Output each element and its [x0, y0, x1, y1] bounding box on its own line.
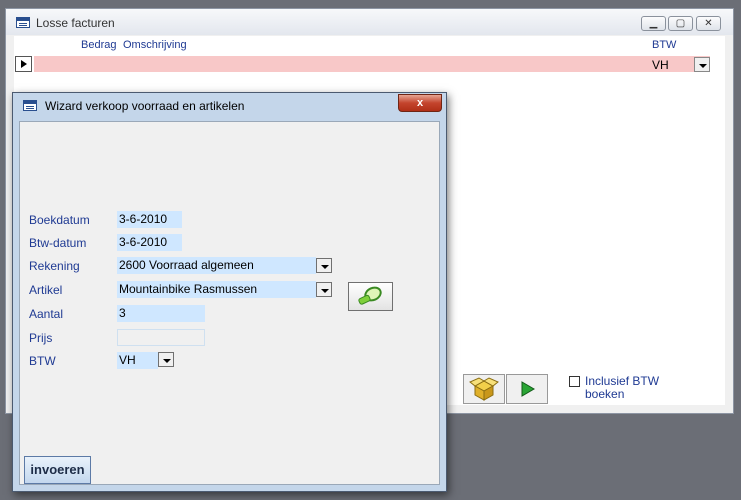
btw-datum-label: Btw-datum — [29, 236, 87, 250]
form-icon — [16, 17, 30, 28]
rekening-value: 2600 Voorraad algemeen — [119, 258, 254, 272]
boekdatum-label: Boekdatum — [29, 213, 90, 227]
btw-dropdown-button[interactable] — [158, 352, 174, 367]
artikel-label: Artikel — [29, 283, 63, 297]
wizard-close-button[interactable]: x — [398, 94, 442, 112]
column-header-bedrag: Bedrag — [81, 39, 117, 51]
box-icon — [469, 377, 499, 401]
wizard-titlebar[interactable]: Wizard verkoop voorraad en artikelen x — [13, 93, 446, 119]
close-button[interactable]: ✕ — [696, 16, 721, 31]
losse-facturen-titlebar[interactable]: Losse facturen ▁ ▢ ✕ — [6, 9, 733, 35]
prijs-label: Prijs — [29, 331, 53, 345]
row-btw-value[interactable]: VH — [652, 58, 669, 72]
close-icon: ✕ — [704, 18, 713, 29]
wizard-form: Boekdatum 3-6-2010 Btw-datum 3-6-2010 Re… — [19, 121, 440, 485]
wizard-title: Wizard verkoop voorraad en artikelen — [45, 99, 245, 113]
aantal-label: Aantal — [29, 307, 64, 321]
btw-value: VH — [119, 353, 136, 367]
artikel-search-button[interactable] — [348, 282, 393, 311]
boekdatum-field[interactable]: 3-6-2010 — [117, 211, 182, 228]
rekening-dropdown-button[interactable] — [316, 258, 332, 273]
box-button[interactable] — [463, 374, 505, 404]
checkbox-label-line2: boeken — [585, 387, 625, 401]
artikel-select[interactable]: Mountainbike Rasmussen — [117, 281, 316, 298]
record-selector[interactable] — [15, 56, 32, 72]
window-title: Losse facturen — [36, 16, 115, 30]
aantal-value: 3 — [119, 306, 126, 320]
magnifier-icon — [358, 286, 382, 305]
btw-label: BTW — [29, 354, 56, 368]
artikel-dropdown-button[interactable] — [316, 282, 332, 297]
prijs-input[interactable] — [117, 329, 205, 346]
invoeren-button[interactable]: invoeren — [24, 456, 91, 484]
btw-datum-value: 3-6-2010 — [119, 235, 168, 249]
artikel-value: Mountainbike Rasmussen — [119, 282, 258, 296]
form-icon — [23, 100, 37, 111]
close-icon: x — [416, 97, 424, 109]
rekening-label: Rekening — [29, 259, 80, 273]
minimize-icon: ▁ — [649, 18, 658, 29]
table-row[interactable] — [34, 56, 710, 72]
column-header-omschrijving: Omschrijving — [123, 39, 187, 51]
inclusief-btw-label: Inclusief BTW boeken — [585, 375, 659, 401]
maximize-button[interactable]: ▢ — [668, 16, 693, 31]
column-header-btw: BTW — [652, 39, 677, 51]
minimize-button[interactable]: ▁ — [641, 16, 666, 31]
rekening-select[interactable]: 2600 Voorraad algemeen — [117, 257, 316, 274]
wizard-window: Wizard verkoop voorraad en artikelen x B… — [12, 92, 447, 492]
btw-select[interactable]: VH — [117, 352, 158, 369]
row-btw-dropdown[interactable] — [694, 57, 710, 72]
maximize-icon: ▢ — [675, 18, 686, 29]
play-icon — [521, 381, 535, 397]
inclusief-btw-checkbox[interactable] — [569, 376, 580, 387]
boekdatum-value: 3-6-2010 — [119, 212, 168, 226]
aantal-input[interactable]: 3 — [117, 305, 205, 322]
btw-datum-field[interactable]: 3-6-2010 — [117, 234, 182, 251]
run-button[interactable] — [506, 374, 548, 404]
